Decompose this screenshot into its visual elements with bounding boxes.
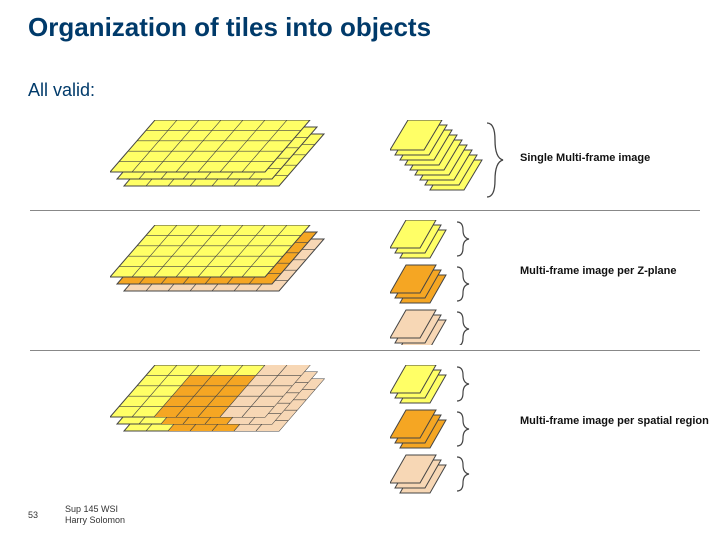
- row2-label: Multi-frame image per Z-plane: [520, 265, 676, 277]
- row3-grid-stack: [110, 365, 340, 450]
- row2-grid-stack: [110, 225, 340, 310]
- subtitle: All valid:: [28, 80, 95, 101]
- footer-line2: Harry Solomon: [65, 515, 125, 525]
- row3-label: Multi-frame image per spatial region: [520, 415, 709, 427]
- row1-grid-stack: [110, 120, 340, 205]
- divider-1: [30, 210, 700, 211]
- row1-label: Single Multi-frame image: [520, 152, 650, 164]
- row2-tile-stacks: [390, 220, 510, 345]
- divider-2: [30, 350, 700, 351]
- row1-tile-stack: [390, 120, 500, 200]
- row2-brackets: [455, 220, 480, 345]
- row3-tile-stacks: [390, 365, 510, 495]
- footer-text: Sup 145 WSI Harry Solomon: [65, 504, 125, 526]
- footer-line1: Sup 145 WSI: [65, 504, 118, 514]
- page-number: 53: [28, 510, 38, 520]
- row1-bracket: [485, 120, 510, 200]
- row3-brackets: [455, 365, 480, 495]
- page-title: Organization of tiles into objects: [28, 12, 431, 43]
